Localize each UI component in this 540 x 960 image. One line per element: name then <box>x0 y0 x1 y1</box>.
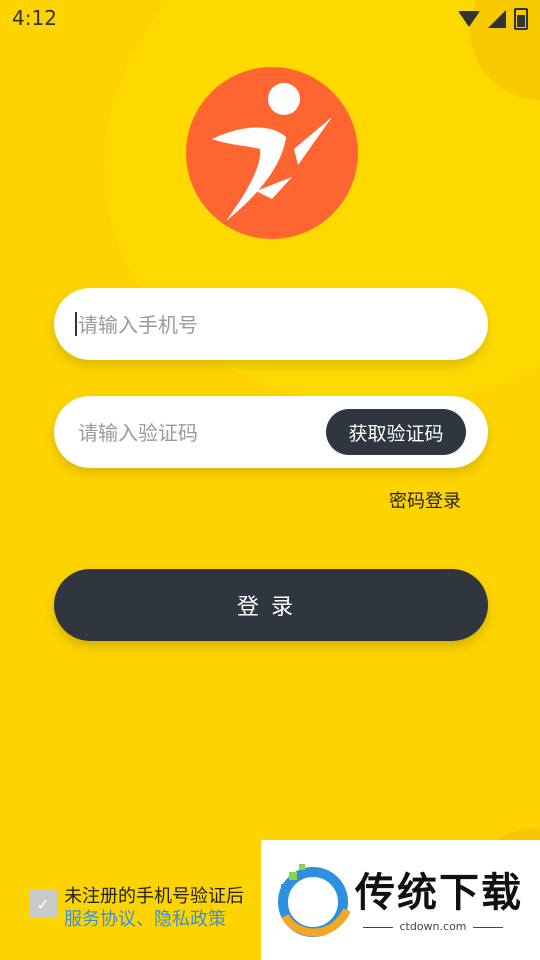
check-icon: ✓ <box>36 894 50 914</box>
verification-code-input[interactable] <box>76 412 310 454</box>
login-screen: 4:12 获取验证码 密码登录 登录 ✓ 未注册的手机号验证后 服务协议、隐私政… <box>0 0 540 960</box>
app-logo <box>186 67 358 239</box>
agreement-links[interactable]: 服务协议、隐私政策 <box>64 909 226 931</box>
phone-input[interactable] <box>76 304 470 346</box>
status-time: 4:12 <box>12 6 57 30</box>
status-icons <box>458 8 528 30</box>
status-bar: 4:12 <box>0 0 540 36</box>
get-code-button[interactable]: 获取验证码 <box>326 409 466 455</box>
phone-field <box>54 288 488 360</box>
watermark: 传统下载 ctdown.com <box>261 840 540 960</box>
login-button[interactable]: 登录 <box>54 569 488 641</box>
watermark-logo-icon <box>278 864 351 937</box>
wifi-icon <box>458 11 480 27</box>
runner-logo-icon <box>212 83 332 221</box>
verification-code-field: 获取验证码 <box>54 396 488 468</box>
password-login-link[interactable]: 密码登录 <box>389 487 461 513</box>
watermark-url: ctdown.com <box>355 920 511 933</box>
agreement-text: 未注册的手机号验证后 <box>64 886 244 907</box>
agreement-checkbox[interactable]: ✓ <box>29 890 57 918</box>
battery-charging-icon <box>514 8 528 30</box>
signal-icon <box>488 10 506 28</box>
watermark-title: 传统下载 <box>355 870 523 916</box>
